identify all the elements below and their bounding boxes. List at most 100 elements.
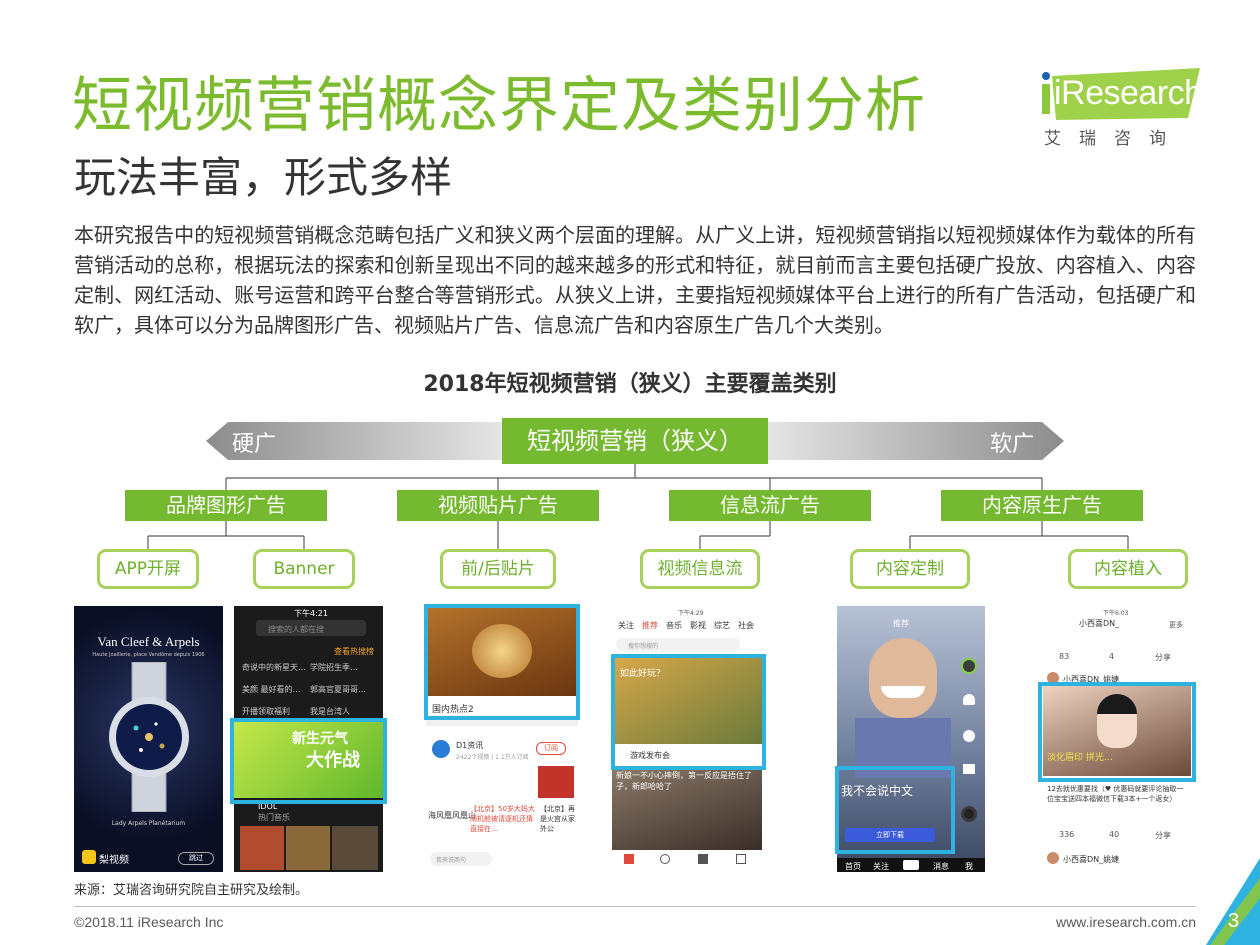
sub-pre-post-roll: 前/后贴片 [440,549,556,589]
sub-banner: Banner [253,549,355,589]
custom-content-highlight [835,766,955,854]
news-item-1[interactable]: 海风凰风凰山 [428,810,476,821]
website-link[interactable]: www.iresearch.com.cn [1056,914,1196,930]
creator-avatar[interactable] [961,658,977,674]
soft-ad-label: 软广 [990,432,1035,457]
page-number: 3 [1228,910,1240,932]
tag-2[interactable]: 学院招生季… [310,662,358,673]
pp-more[interactable]: 更多 [1169,620,1183,630]
thumb-1 [240,826,284,870]
watch-image [109,662,189,812]
pp-likes[interactable]: 83 [1059,652,1069,661]
footer-divider [74,906,1196,907]
tag-6[interactable]: 我是台湾人 [310,706,350,717]
logo-tagline: 艾瑞咨询 [1044,129,1184,149]
status-time: 下午4:21 [294,609,328,618]
channel-name: D1资讯 [456,741,484,750]
category-video-preroll-ad: 视频贴片广告 [397,490,599,521]
splash-product: Lady Arpels Planétarium [111,820,186,827]
page-title: 短视频营销概念界定及类别分析 [72,71,926,141]
sub-video-feed: 视频信息流 [640,549,760,589]
pp-share-2[interactable]: 分享 [1155,830,1171,841]
category-brand-graphic-ad: 品牌图形广告 [125,490,327,521]
category-feed-ad: 信息流广告 [669,490,871,521]
feed-tab-film[interactable]: 影视 [690,620,706,631]
separator [426,720,578,726]
channel-icon [432,740,450,758]
pp-share[interactable]: 分享 [1155,652,1171,663]
camera-icon[interactable] [698,854,708,864]
tag-1[interactable]: 奇说中的新星天… [242,662,306,673]
category-native-content-ad: 内容原生广告 [941,490,1143,521]
splash-app-name: 梨视频 [99,855,129,866]
feed-search-placeholder: 搜你想搜的 [628,643,659,650]
logo-dot [1042,72,1050,80]
thumb-2 [286,826,330,870]
nav-messages[interactable]: 消息 [933,861,949,872]
skip-button[interactable]: 跳过 [178,852,214,865]
nav-follow[interactable]: 关注 [873,861,889,872]
feed-tab-follow[interactable]: 关注 [618,620,634,631]
news-item-2[interactable]: 【北京】50岁大妈大闹机舱被请逐机还猜直接在… [470,804,536,834]
logo-i-bar [1042,84,1050,114]
product-placement-highlight [1038,682,1196,782]
pp-user-name-2: 小西喜DN_姚婕 [1063,855,1120,864]
presenter-face [869,638,937,718]
home-icon[interactable] [624,854,634,864]
news-item-3[interactable]: 【北京】再是火宫从家外公 [540,804,576,834]
tag-3[interactable]: 美颜 最好看的… [242,684,301,695]
page-subtitle: 玩法丰富，形式多样 [74,153,453,202]
comment-placeholder: 我来说两句 [436,857,467,864]
sub-custom-content: 内容定制 [850,549,970,589]
thumb-3 [332,826,378,870]
pp-status-time: 下午6:03 [1103,610,1129,617]
intro-paragraph: 本研究报告中的短视频营销概念范畴包括广义和狭义两个层面的理解。从广义上讲，短视频… [74,223,1196,337]
share-icon[interactable] [963,764,975,774]
splash-brand: Van Cleef & Arpels [97,634,200,649]
subscribe-button[interactable]: 订阅 [536,742,566,755]
custom-tab-recommend[interactable]: 推荐 [893,618,909,629]
sub-product-placement: 内容植入 [1068,549,1188,589]
nav-home[interactable]: 首页 [845,861,861,872]
profile-icon[interactable] [736,854,746,864]
hard-ad-label: 硬广 [232,432,277,457]
idol-subtitle: 热门音乐 [258,813,290,822]
logo-wordmark: iResearch [1054,74,1203,112]
feed-caption: 新娘一不小心摔倒，第一反应是捂住了子，新郎哈哈了 [616,771,752,791]
feed-tab-variety[interactable]: 综艺 [714,620,730,631]
hot-search-link[interactable]: 查看热搜榜 [334,646,374,657]
banner-highlight [230,718,387,804]
diagram-title: 2018年短视频营销（狭义）主要覆盖类别 [423,372,837,397]
pp-channel-name: 小西喜DN_ [1079,619,1120,628]
preroll-highlight [424,604,580,720]
tag-5[interactable]: 开播领取福利 [242,706,290,717]
feed-tab-society[interactable]: 社会 [738,620,754,631]
heart-icon[interactable] [963,694,975,705]
nav-me[interactable]: 我 [965,861,973,872]
diagram-root-node: 短视频营销（狭义） [502,418,768,464]
play-icon[interactable] [660,854,670,864]
pp-likes-2[interactable]: 336 [1059,830,1074,839]
news-thumb [538,766,574,798]
add-button[interactable] [903,860,919,870]
feed-tab-music[interactable]: 音乐 [666,620,682,631]
feed-status-time: 下午4:29 [678,610,704,617]
iresearch-logo: iResearch 艾瑞咨询 [1040,64,1203,154]
pp-comments[interactable]: 4 [1109,652,1114,661]
tag-4[interactable]: 郭高官夏哥哥… [310,684,366,695]
comment-icon[interactable] [963,730,975,742]
source-note: 来源：艾瑞咨询研究院自主研究及绘制。 [74,883,309,898]
sub-app-splash: APP开屏 [97,549,199,589]
pear-video-icon [82,850,96,864]
feed-tab-recommend[interactable]: 推荐 [642,620,658,631]
pp-caption: 12去就优惠要找（♥ 优惠码就要评论抽取一位宝宝送四本福微信下载3本+一个返女） [1047,785,1184,803]
channel-stats: 2422个视频 | 1.1万人订阅 [456,754,529,761]
pp-user-avatar-2 [1047,852,1059,864]
copyright: ©2018.11 iResearch Inc [74,914,224,930]
pp-comments-2[interactable]: 40 [1109,830,1119,839]
search-placeholder: 搜索的人都在搜 [268,625,324,634]
presenter-smile [881,686,925,698]
music-disc-icon [961,806,977,822]
splash-brand-sub: Haute Joaillerie, place Vendôme depuis 1… [92,652,205,658]
screenshot-app-splash: Van Cleef & Arpels Haute Joaillerie, pla… [74,606,223,872]
